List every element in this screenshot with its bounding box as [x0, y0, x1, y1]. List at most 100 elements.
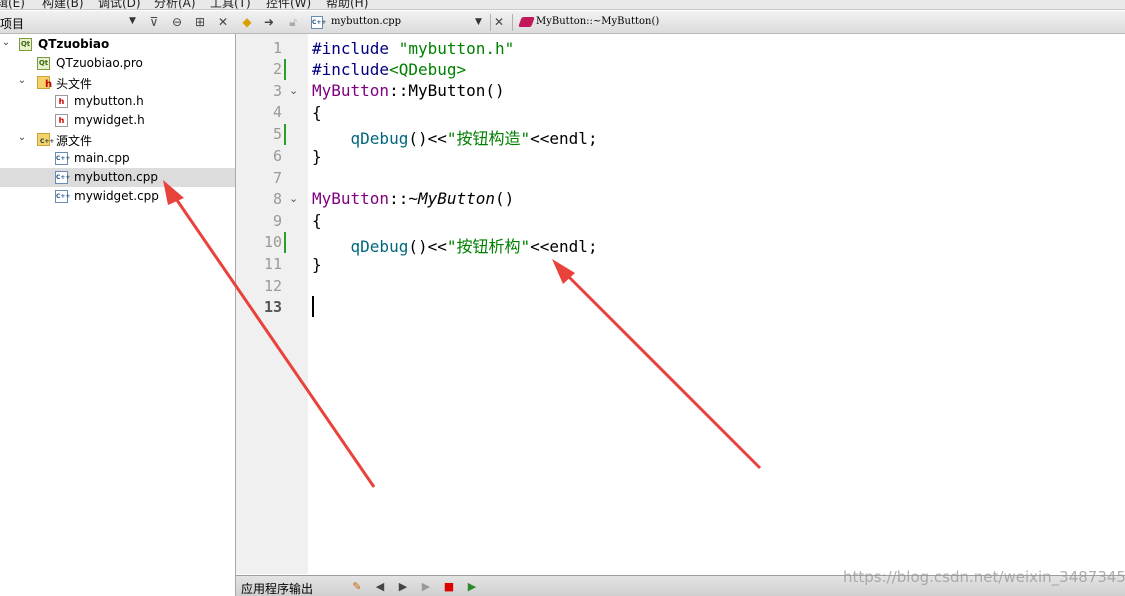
string-literal: "mybutton.h" [389, 39, 515, 58]
tree-item-pro-file[interactable]: Qt QTzuobiao.pro [0, 54, 235, 73]
lock-icon[interactable]: 🔓︎ [284, 14, 302, 31]
operator: ()<< [408, 237, 447, 256]
line-number: 2 [272, 60, 282, 78]
code-line: } [312, 255, 322, 274]
line-number: 12 [263, 277, 282, 295]
tree-item-header-file[interactable]: h mywidget.h [0, 111, 235, 130]
line-number: 10 [263, 233, 282, 251]
symbol-combo[interactable]: MyButton::~MyButton() [536, 16, 659, 27]
expand-arrow-icon[interactable]: ⌄ [16, 132, 28, 143]
expand-arrow-icon[interactable]: ⌄ [0, 37, 12, 48]
header-file-icon: h [55, 114, 68, 127]
line-number-current: 13 [263, 298, 282, 316]
class-name: MyButton [312, 81, 390, 100]
code-line: { [312, 211, 322, 230]
project-view-combo[interactable]: 项目 [0, 15, 24, 32]
menu-analyze[interactable]: 分析(A) [154, 0, 196, 9]
link-icon[interactable]: ⊖ [168, 14, 186, 31]
tree-item-source-folder[interactable]: ⌄ 源文件 [0, 130, 235, 149]
tree-item-header-file[interactable]: h mybutton.h [0, 92, 235, 111]
preprocessor-directive: #include [312, 39, 390, 58]
code-line: { [312, 103, 322, 122]
operator: ()<< [408, 129, 447, 148]
menu-help[interactable]: 帮助(H) [326, 0, 368, 9]
watermark: https://blog.csdn.net/weixin_34873452 [843, 568, 1125, 586]
operator: <<endl; [530, 237, 598, 256]
close-icon[interactable]: ✕ [214, 14, 232, 31]
back-arrow-icon[interactable]: ◆ [238, 14, 256, 31]
cpp-file-icon: C++ [55, 190, 70, 203]
expand-arrow-icon[interactable]: ⌄ [16, 75, 28, 86]
fold-toggle-icon[interactable]: ⌄ [289, 192, 298, 205]
code-line: qDebug()<<"按钮构造"<<endl; [312, 125, 598, 149]
menu-build[interactable]: 构建(B) [42, 0, 84, 9]
function-call: qDebug [312, 237, 409, 256]
destructor-name: MyButton [417, 189, 496, 208]
tree-item-label: 源文件 [56, 134, 93, 148]
line-number: 6 [272, 147, 282, 165]
forward-arrow-icon[interactable]: ➜ [260, 14, 278, 31]
code-line: } [312, 147, 322, 166]
tree-item-label: mywidget.h [74, 113, 145, 127]
project-tree: ⌄ Qt QTzuobiao Qt QTzuobiao.pro ⌄ 头文件 h … [0, 34, 236, 596]
fold-toggle-icon[interactable]: ⌄ [289, 84, 298, 97]
tree-item-source-file[interactable]: C++ main.cpp [0, 149, 235, 168]
code-line: #include<QDebug> [312, 60, 466, 79]
chevron-down-icon[interactable]: ▼ [129, 16, 136, 26]
code-editor[interactable]: #include "mybutton.h" #include<QDebug> M… [308, 34, 1125, 574]
line-number: 11 [263, 255, 282, 273]
text-cursor [312, 296, 314, 317]
tree-item-source-file[interactable]: C++ mywidget.cpp [0, 187, 235, 206]
separator [512, 14, 513, 31]
menu-edit[interactable]: 辑(E) [0, 0, 25, 9]
string-literal: "按钮析构" [446, 237, 531, 256]
parentheses: () [495, 189, 515, 208]
line-number-gutter: 1 2 3 ⌄ 4 5 6 7 8 ⌄ 9 10 11 12 13 [236, 34, 308, 574]
tree-item-project[interactable]: ⌄ Qt QTzuobiao [0, 35, 235, 54]
line-number: 5 [272, 125, 282, 143]
line-number: 4 [272, 103, 282, 121]
modified-line-marker [284, 59, 286, 80]
menu-tools[interactable]: 工具(T) [210, 0, 251, 9]
qt-project-icon: Qt [19, 38, 32, 51]
next-icon[interactable]: ▶ [395, 579, 411, 594]
stop-icon[interactable]: ■ [441, 579, 457, 594]
line-number: 9 [272, 212, 282, 230]
run-icon[interactable]: ▶ [418, 579, 434, 594]
modified-line-marker [284, 232, 286, 253]
debug-run-icon[interactable]: ▶ [464, 579, 480, 594]
class-name: MyButton [312, 189, 390, 208]
pro-file-icon: Qt [37, 57, 50, 70]
open-file-combo[interactable]: mybutton.cpp [331, 16, 401, 27]
code-line: MyButton::MyButton() [312, 81, 505, 100]
preprocessor-directive: #include [312, 60, 390, 79]
cpp-file-icon: C++ [55, 171, 70, 184]
tree-item-label: QTzuobiao [38, 37, 110, 51]
tree-item-header-folder[interactable]: ⌄ 头文件 [0, 73, 235, 92]
tree-item-label: 头文件 [56, 77, 93, 91]
chevron-down-icon[interactable]: ▼ [475, 17, 482, 27]
string-literal: "按钮构造" [446, 129, 531, 148]
split-icon[interactable]: ⊞ [191, 14, 209, 31]
attach-output-icon[interactable]: ✎ [349, 579, 365, 594]
header-folder-icon [37, 76, 52, 90]
menu-controls[interactable]: 控件(W) [266, 0, 311, 9]
function-call: qDebug [312, 129, 409, 148]
previous-icon[interactable]: ◀ [372, 579, 388, 594]
tree-item-label: mywidget.cpp [74, 189, 159, 203]
scope-operator: ::~ [389, 189, 418, 208]
source-folder-icon [37, 133, 54, 146]
close-document-icon[interactable]: ✕ [490, 14, 508, 31]
code-line: qDebug()<<"按钮析构"<<endl; [312, 233, 598, 257]
menu-bar: 辑(E) 构建(B) 调试(D) 分析(A) 工具(T) 控件(W) 帮助(H) [0, 0, 1125, 10]
menu-debug[interactable]: 调试(D) [98, 0, 141, 9]
header-file-icon: h [55, 95, 68, 108]
tree-item-source-file-selected[interactable]: C++ mybutton.cpp [0, 168, 235, 187]
filter-icon[interactable]: ⊽ [145, 14, 163, 31]
editor-toolbar: ◆ ➜ 🔓︎ C++ mybutton.cpp ▼ ✕ MyButton::~M… [236, 11, 1125, 34]
line-number: 1 [272, 39, 282, 57]
tree-item-label: main.cpp [74, 151, 130, 165]
tree-item-label: mybutton.h [74, 94, 144, 108]
operator: <<endl; [530, 129, 598, 148]
app-output-title: 应用程序输出 [241, 582, 314, 596]
